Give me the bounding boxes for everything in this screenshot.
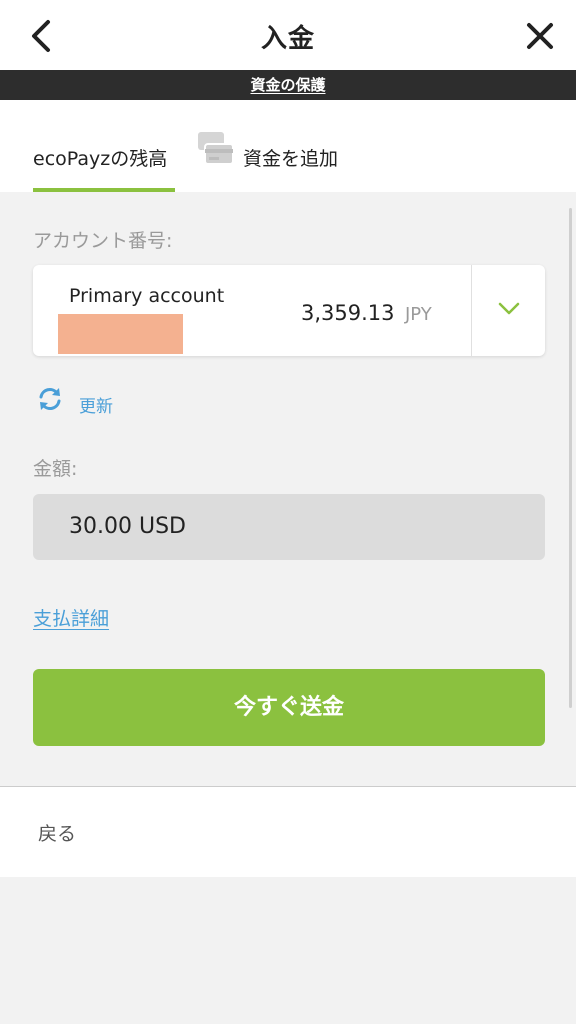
chevron-down-icon[interactable] bbox=[497, 301, 521, 317]
payment-details-link[interactable]: 支払詳細 bbox=[33, 604, 109, 631]
tab-ecopayz-balance[interactable]: ecoPayzの残高 bbox=[33, 144, 167, 171]
card-icon bbox=[198, 132, 234, 165]
select-divider bbox=[471, 265, 472, 356]
scrollbar[interactable] bbox=[569, 208, 572, 708]
close-icon bbox=[527, 23, 553, 49]
account-select[interactable]: Primary account 3,359.13 JPY bbox=[33, 265, 545, 356]
footer: 戻る bbox=[0, 786, 576, 877]
refresh-label: 更新 bbox=[79, 397, 113, 417]
app-header: 入金 bbox=[0, 0, 576, 70]
deposit-tabs: ecoPayzの残高 資金を追加 bbox=[0, 100, 576, 192]
send-now-button[interactable]: 今すぐ送金 bbox=[33, 669, 545, 746]
fund-protection-bar: 資金の保護 bbox=[0, 70, 576, 100]
close-button[interactable] bbox=[520, 16, 560, 56]
account-currency: JPY bbox=[405, 304, 432, 325]
refresh-icon bbox=[39, 388, 61, 410]
fund-protection-link[interactable]: 資金の保護 bbox=[250, 74, 325, 95]
account-balance: 3,359.13 bbox=[301, 301, 395, 325]
back-link[interactable]: 戻る bbox=[38, 819, 76, 846]
amount-field[interactable]: 30.00 USD bbox=[33, 494, 545, 560]
redacted-account-number bbox=[58, 314, 183, 354]
amount-label: 金額: bbox=[33, 458, 78, 480]
account-name: Primary account bbox=[69, 285, 225, 307]
account-number-label: アカウント番号: bbox=[33, 230, 173, 252]
tab-add-funds-label: 資金を追加 bbox=[243, 148, 339, 170]
page-title: 入金 bbox=[260, 24, 315, 54]
deposit-form: アカウント番号: Primary account 3,359.13 JPY 更新… bbox=[0, 192, 576, 774]
